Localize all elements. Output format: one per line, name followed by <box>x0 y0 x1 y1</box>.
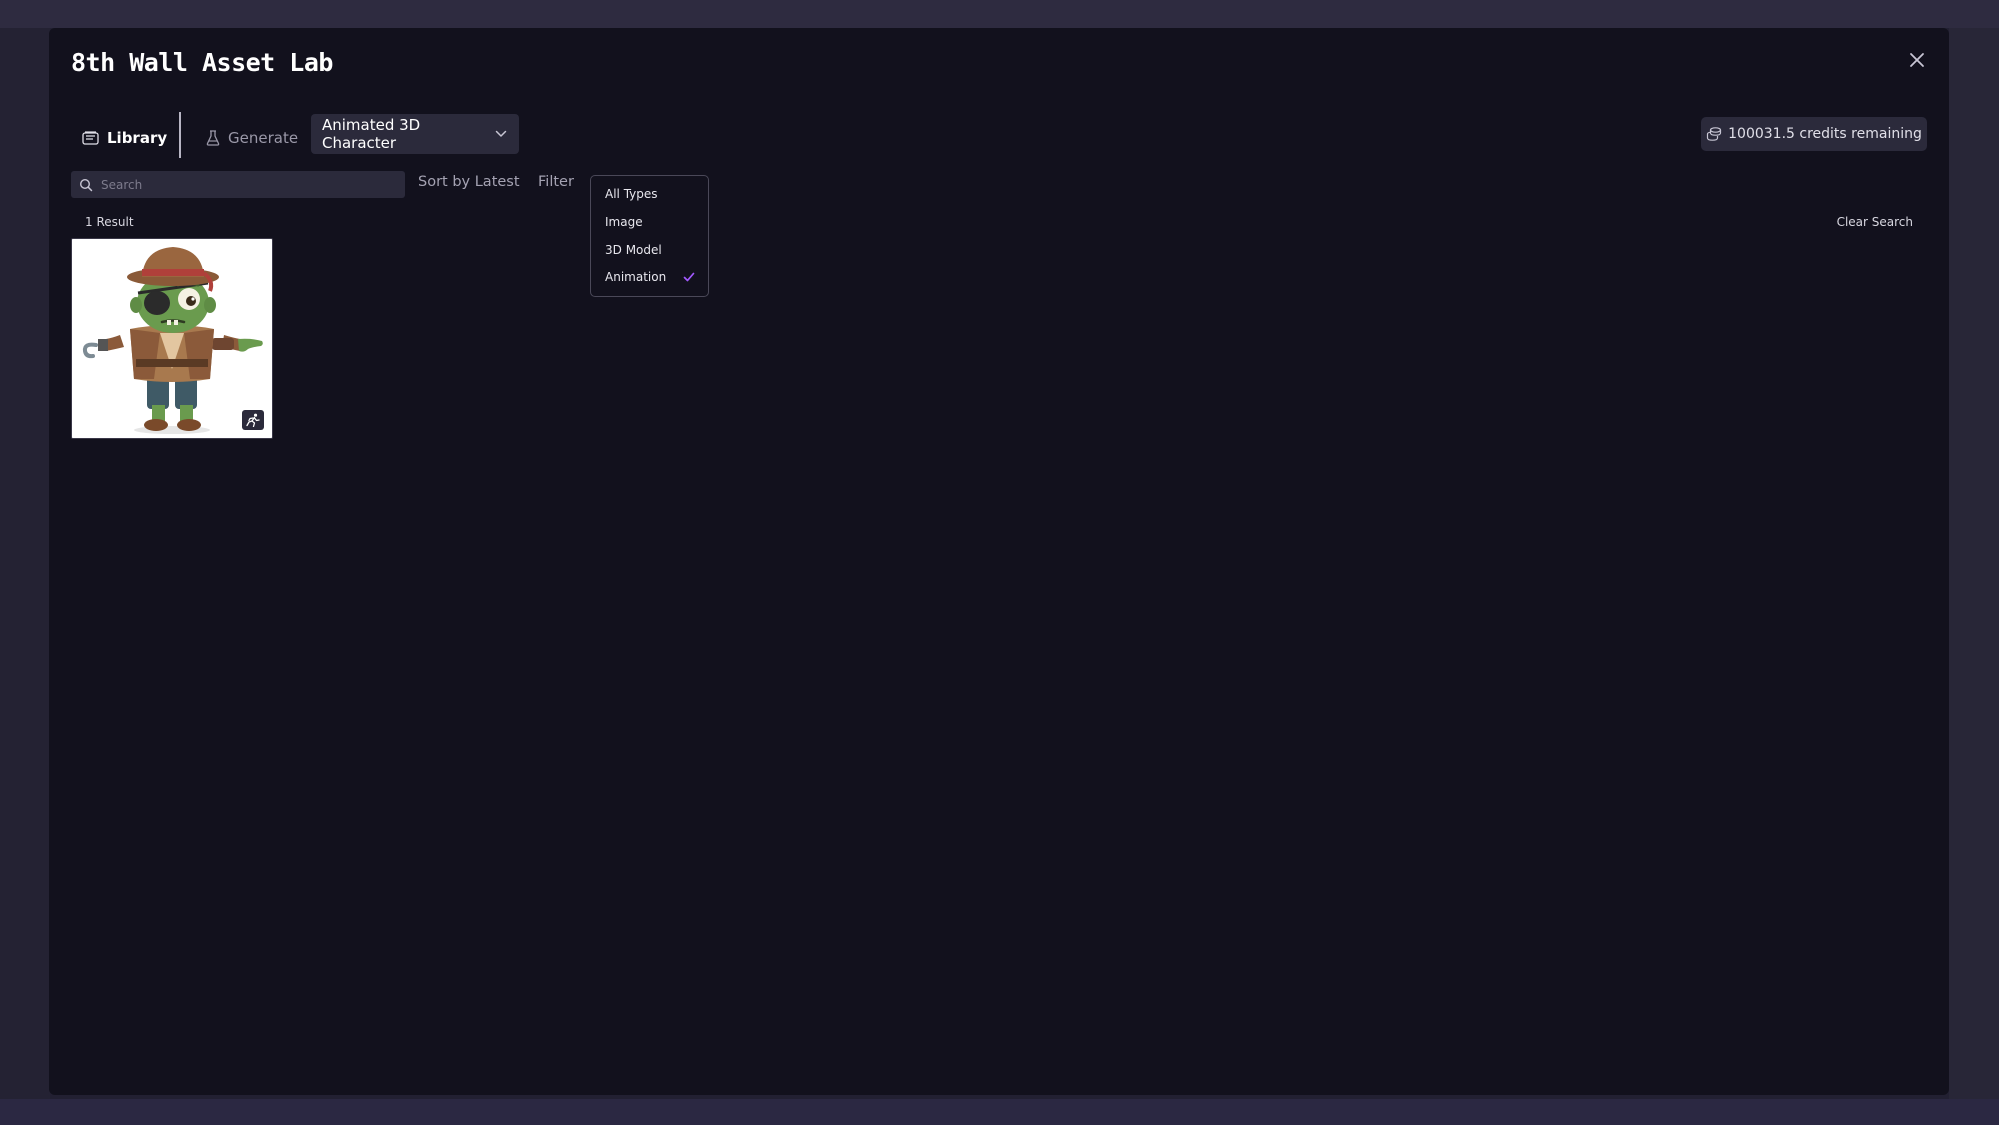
credits-label: 100031.5 credits remaining <box>1728 126 1922 142</box>
asset-lab-modal: 8th Wall Asset Lab Library Generate Anim… <box>49 28 1949 1095</box>
filter-dropdown-menu: All Types Image 3D Model Animation <box>590 175 709 297</box>
flask-icon <box>206 130 220 146</box>
search-icon <box>79 178 93 191</box>
generation-type-value: Animated 3D Character <box>322 116 421 152</box>
library-icon <box>82 130 99 145</box>
filter-option-3d-model[interactable]: 3D Model <box>605 243 695 257</box>
tab-divider <box>179 112 181 158</box>
tab-library-label: Library <box>107 129 168 147</box>
tab-generate-label: Generate <box>228 129 299 147</box>
filter-option-animation[interactable]: Animation <box>605 270 695 284</box>
sort-button[interactable]: Sort by Latest <box>418 174 520 190</box>
coins-icon <box>1707 127 1722 141</box>
filter-option-image[interactable]: Image <box>605 215 695 229</box>
filter-button[interactable]: Filter <box>538 174 574 190</box>
close-button[interactable] <box>1907 50 1927 70</box>
filter-option-label: All Types <box>605 187 658 201</box>
search-input[interactable] <box>99 176 393 193</box>
clear-search-button[interactable]: Clear Search <box>1837 215 1913 229</box>
filter-option-label: Animation <box>605 270 667 284</box>
running-figure-icon <box>246 413 260 427</box>
backdrop-right-strip <box>1949 28 1999 1099</box>
credits-badge: 100031.5 credits remaining <box>1701 117 1927 151</box>
asset-card[interactable] <box>71 238 273 439</box>
tab-library[interactable]: Library <box>82 120 167 156</box>
filter-option-all-types[interactable]: All Types <box>605 187 695 201</box>
backdrop-top-bar <box>0 0 1999 28</box>
chevron-down-icon <box>495 130 507 138</box>
modal-title: 8th Wall Asset Lab <box>71 48 333 77</box>
generation-type-select[interactable]: Animated 3D Character <box>311 114 519 154</box>
animation-type-badge <box>242 410 264 430</box>
pirate-zombie-thumbnail <box>72 239 272 438</box>
filter-option-label: Image <box>605 215 643 229</box>
checkmark-icon <box>683 272 695 282</box>
filter-option-label: 3D Model <box>605 243 662 257</box>
backdrop-left-strip <box>0 28 50 1099</box>
result-count: 1 Result <box>85 215 134 229</box>
close-icon <box>1910 53 1924 67</box>
search-box <box>71 171 405 198</box>
tab-generate[interactable]: Generate <box>206 120 298 156</box>
backdrop-bottom-bar <box>0 1099 1999 1125</box>
